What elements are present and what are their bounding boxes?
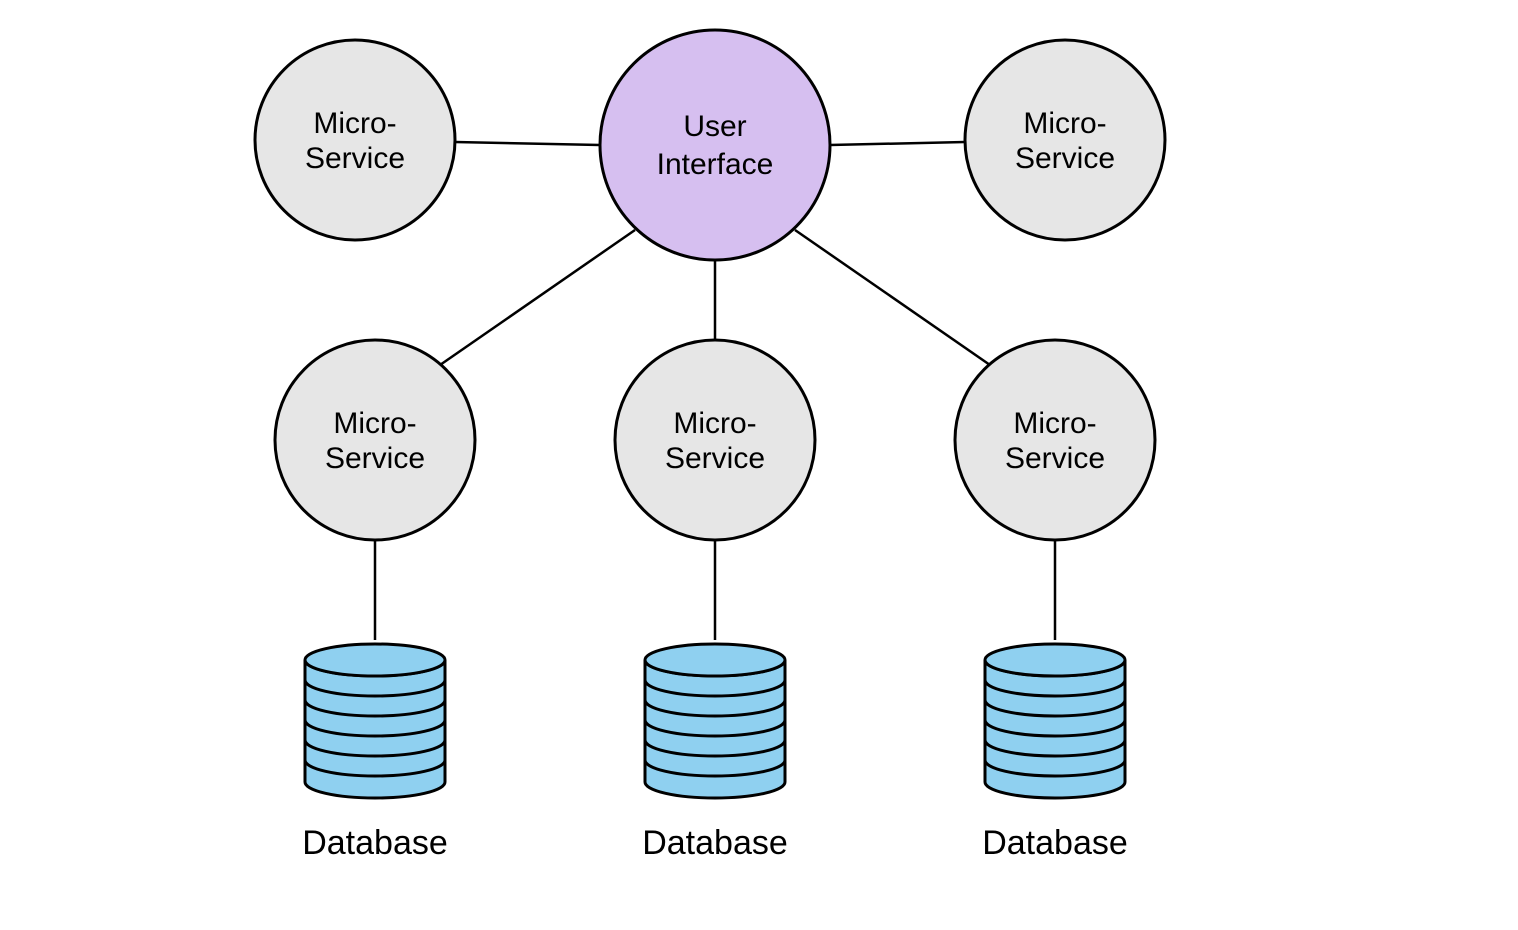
database-left-label: Database [302,824,448,862]
node-microservice-bottom-mid: Micro- Service [615,340,815,540]
node-ms-bot-left-label-2: Service [325,442,425,475]
database-right [985,644,1125,798]
node-ms-bot-mid-label-2: Service [665,442,765,475]
node-ms-top-right-label-2: Service [1015,142,1115,175]
database-icon [645,644,785,798]
database-right-label: Database [982,824,1128,862]
edge-ui-ms-bot-right [795,230,990,365]
database-mid [645,644,785,798]
node-microservice-top-right: Micro- Service [965,40,1165,240]
node-microservice-bottom-right: Micro- Service [955,340,1155,540]
node-ms-bot-right-label-2: Service [1005,442,1105,475]
node-ms-top-left-label-1: Micro- [313,107,396,140]
database-icon [305,644,445,798]
node-user-interface: User Interface [600,30,830,260]
edge-ui-ms-top-left [455,142,600,145]
edge-ui-ms-top-right [830,142,965,145]
node-microservice-bottom-left: Micro- Service [275,340,475,540]
edge-ui-ms-bot-left [440,230,635,365]
architecture-diagram: User Interface Micro- Service Micro- Ser… [0,0,1518,930]
node-ms-bot-right-label-1: Micro- [1013,407,1096,440]
node-ms-bot-mid-label-1: Micro- [673,407,756,440]
database-mid-label: Database [642,824,788,862]
node-user-interface-label-2: Interface [657,148,774,181]
database-icon [985,644,1125,798]
node-ms-bot-left-label-1: Micro- [333,407,416,440]
node-ms-top-left-label-2: Service [305,142,405,175]
node-user-interface-label-1: User [683,110,746,143]
node-microservice-top-left: Micro- Service [255,40,455,240]
database-left [305,644,445,798]
node-ms-top-right-label-1: Micro- [1023,107,1106,140]
